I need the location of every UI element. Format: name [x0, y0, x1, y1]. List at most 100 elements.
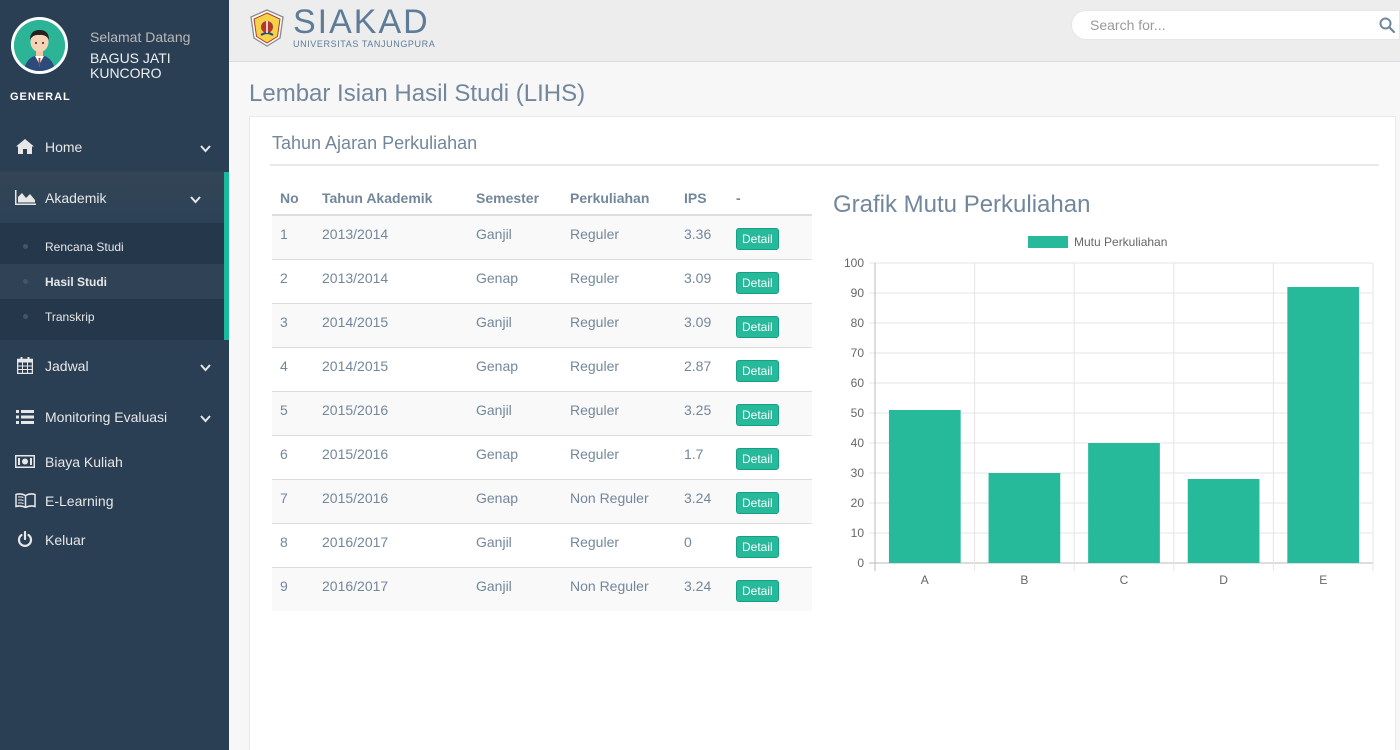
y-tick-label: 50 [851, 406, 865, 420]
table-row: 9 2016/2017 Ganjil Non Reguler 3.24 Detail [272, 566, 812, 611]
table-cell: 1 [272, 214, 314, 259]
detail-button[interactable]: Detail [736, 271, 779, 294]
chevron-down-icon [200, 140, 211, 156]
app-title: SIAKAD [293, 3, 430, 41]
sidebar-subitem-rencana-studi[interactable]: Rencana Studi [0, 229, 224, 264]
detail-button[interactable]: Detail [736, 447, 779, 470]
x-tick-label: D [1219, 573, 1228, 587]
sidebar-item-label: Jadwal [45, 357, 89, 374]
sidebar-item-label: Keluar [45, 531, 86, 548]
table-cell: 5 [272, 390, 314, 435]
profile: Selamat Datang BAGUS JATI KUNCORO GENERA… [0, 0, 229, 115]
sidebar-item-label: Hasil Studi [45, 274, 108, 289]
table-cell: Non Reguler [562, 566, 676, 611]
sidebar-item-label: Akademik [45, 189, 107, 206]
y-tick-label: 100 [844, 256, 864, 270]
detail-button[interactable]: Detail [736, 579, 779, 602]
table-cell: Ganjil [468, 302, 562, 347]
table-cell-action: Detail [728, 390, 812, 435]
table-cell-action: Detail [728, 258, 812, 303]
sidebar-item-keluar[interactable]: Keluar [0, 520, 229, 559]
sidebar-item-label: Home [45, 138, 83, 155]
money-icon [14, 455, 36, 468]
legend-swatch [1028, 236, 1068, 248]
ips-table: No Tahun Akademik Semester Perkuliahan IPS - … [272, 181, 812, 611]
detail-button[interactable]: Detail [736, 491, 779, 514]
sidebar-subitem-transkrip[interactable]: Transkrip [0, 299, 224, 334]
avatar[interactable] [11, 17, 68, 74]
table-row: 3 2014/2015 Ganjil Reguler 3.09 Detail [272, 302, 812, 347]
table-cell: Genap [468, 434, 562, 479]
table-cell: 1.7 [676, 434, 728, 479]
content-panel: Tahun Ajaran Perkuliahan No Tahun Akademi… [249, 116, 1396, 750]
search-input[interactable] [1090, 11, 1350, 39]
x-tick-label: E [1319, 573, 1327, 587]
x-tick-label: C [1120, 573, 1129, 587]
app-logo[interactable]: SIAKAD UNIVERSITAS TANJUNGPURA [247, 3, 435, 49]
table-cell: 8 [272, 522, 314, 567]
table-cell: 3.25 [676, 390, 728, 435]
panel-title: Tahun Ajaran Perkuliahan [272, 133, 478, 153]
table-cell: Reguler [562, 302, 676, 347]
table-cell-action: Detail [728, 346, 812, 391]
sidebar-item-akademik[interactable]: Akademik [0, 172, 229, 223]
chart-title: Grafik Mutu Perkuliahan [833, 191, 1091, 218]
column-header: No [272, 181, 314, 216]
table-row: 4 2014/2015 Genap Reguler 2.87 Detail [272, 346, 812, 391]
x-tick-label: A [921, 573, 929, 587]
detail-button[interactable]: Detail [736, 228, 779, 250]
book-icon [14, 493, 36, 508]
search-box [1071, 10, 1400, 40]
table-cell-action: Detail [728, 434, 812, 479]
table-cell-action: Detail [728, 478, 812, 523]
bar [888, 410, 961, 563]
table-row: 8 2016/2017 Ganjil Reguler 0 Detail [272, 522, 812, 567]
sidebar-menu: Home Akademik Rencana Studi Hasil Studi … [0, 121, 229, 559]
y-tick-label: 80 [851, 316, 865, 330]
table-cell-action: Detail [728, 302, 812, 347]
table-cell: 2016/2017 [314, 566, 468, 611]
sidebar-item-monitoring-evaluasi[interactable]: Monitoring Evaluasi [0, 391, 229, 442]
column-header: Semester [468, 181, 562, 216]
sidebar-item-jadwal[interactable]: Jadwal [0, 340, 229, 391]
y-tick-label: 20 [851, 496, 865, 510]
sidebar-item-label: Rencana Studi [45, 239, 124, 254]
detail-button[interactable]: Detail [736, 359, 779, 382]
column-header: - [728, 181, 812, 216]
bar [988, 473, 1061, 563]
detail-button[interactable]: Detail [736, 535, 779, 558]
table-cell: 2 [272, 258, 314, 303]
table-cell: 2015/2016 [314, 390, 468, 435]
bar [1088, 443, 1160, 563]
sidebar-subitem-hasil-studi[interactable]: Hasil Studi [0, 264, 224, 299]
sidebar: Selamat Datang BAGUS JATI KUNCORO GENERA… [0, 0, 229, 750]
table-cell: Reguler [562, 434, 676, 479]
menu-section-title: GENERAL [10, 91, 71, 103]
bullet-icon [23, 244, 28, 249]
table-cell: 9 [272, 566, 314, 611]
table-cell: Reguler [562, 258, 676, 303]
power-icon [14, 531, 36, 548]
sidebar-item-biaya-kuliah[interactable]: Biaya Kuliah [0, 442, 229, 481]
y-tick-label: 0 [857, 556, 864, 570]
welcome-text: Selamat Datang [90, 29, 191, 45]
detail-button[interactable]: Detail [736, 315, 779, 338]
university-emblem-icon [250, 8, 284, 47]
calendar-icon [14, 357, 36, 374]
table-cell: 3.09 [676, 302, 728, 347]
detail-button[interactable]: Detail [736, 403, 779, 426]
sidebar-item-home[interactable]: Home [0, 121, 229, 172]
table-cell: Ganjil [468, 522, 562, 567]
y-tick-label: 90 [851, 286, 865, 300]
table-row: 7 2015/2016 Genap Non Reguler 3.24 Detail [272, 478, 812, 523]
table-cell: 2014/2015 [314, 302, 468, 347]
table-row: 2 2013/2014 Genap Reguler 3.09 Detail [272, 258, 812, 303]
search-icon[interactable] [1379, 17, 1396, 38]
y-tick-label: 10 [851, 526, 865, 540]
y-tick-label: 40 [851, 436, 865, 450]
y-tick-label: 60 [851, 376, 865, 390]
chevron-down-icon [200, 359, 211, 375]
top-navbar: SIAKAD UNIVERSITAS TANJUNGPURA [229, 0, 1400, 62]
table-cell: Genap [468, 478, 562, 523]
sidebar-item-e-learning[interactable]: E-Learning [0, 481, 229, 520]
